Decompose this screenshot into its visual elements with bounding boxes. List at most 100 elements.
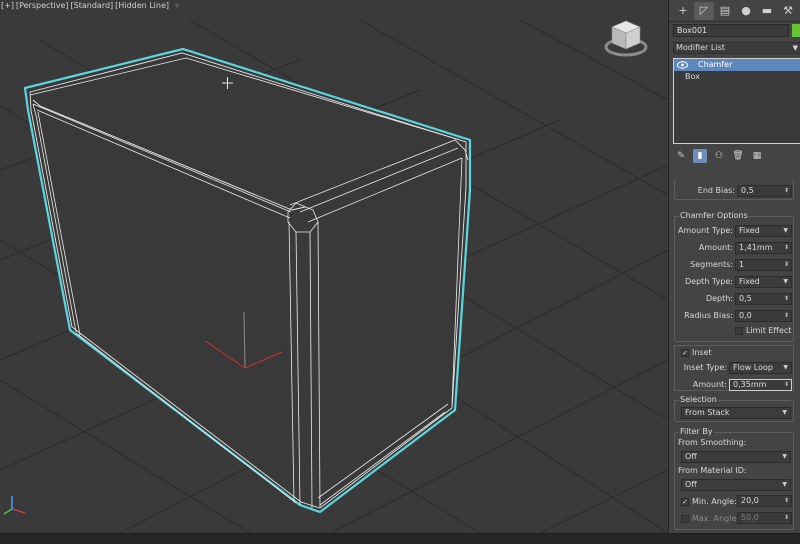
viewport-shading-standard-menu[interactable]: [Standard]: [71, 1, 114, 10]
radius-bias-row: Radius Bias: 0,0 ⬍: [675, 309, 795, 322]
make-unique-icon[interactable]: ⚇: [712, 149, 726, 163]
depth-type-label: Depth Type:: [685, 277, 733, 286]
inset-type-dropdown[interactable]: Flow Loop ▼: [729, 361, 792, 374]
segments-value: 1: [739, 259, 745, 269]
depth-value: 0,5: [739, 293, 752, 303]
perspective-viewport[interactable]: [+] [Perspective] [Standard] [Hidden Line] ▿: [0, 0, 668, 533]
spinner-arrows-icon[interactable]: ⬍: [784, 513, 789, 523]
world-axis-tripod-icon: [3, 496, 26, 515]
modifier-list-label: Modifier List: [676, 43, 725, 52]
min-angle-spinner[interactable]: 20,0 ⬍: [737, 495, 792, 507]
inset-amount-label: Amount:: [692, 380, 727, 389]
limit-effect-checkbox[interactable]: [735, 327, 743, 335]
max-angle-spinner[interactable]: 50,0 ⬍: [737, 512, 792, 524]
spinner-arrows-icon[interactable]: ⬍: [784, 294, 789, 304]
from-smoothing-dropdown[interactable]: Off ▼: [681, 451, 791, 463]
radius-bias-spinner[interactable]: 0,0 ⬍: [735, 309, 792, 322]
end-bias-value: 0,5: [741, 185, 754, 195]
from-material-id-dropdown[interactable]: Off ▼: [681, 479, 791, 491]
from-material-id-label: From Material ID:: [678, 466, 747, 475]
chevron-down-icon: ▼: [783, 363, 788, 371]
modifier-stack[interactable]: Chamfer Box: [673, 58, 800, 144]
amount-row: Amount: 1,41mm ⬍: [675, 241, 795, 254]
filter-by-group: Filter By From Smoothing: Off ▼ From Mate…: [674, 427, 794, 530]
chamfer-options-title: Chamfer Options: [679, 211, 749, 220]
from-smoothing-value: Off: [685, 452, 697, 461]
chevron-down-icon: ▼: [792, 44, 798, 52]
filter-funnel-icon[interactable]: ▿: [175, 1, 179, 10]
viewport-plus-menu[interactable]: [+]: [1, 1, 14, 10]
viewport-label-menu[interactable]: [+] [Perspective] [Standard] [Hidden Line] ▿: [1, 1, 181, 10]
object-color-swatch[interactable]: [792, 24, 800, 37]
inset-amount-row: Amount: 0,35mm ⬍: [675, 378, 795, 391]
chevron-down-icon: ▼: [783, 226, 788, 234]
inset-amount-value: 0,35mm: [733, 379, 767, 389]
max-angle-checkbox[interactable]: [681, 515, 689, 523]
modify-tab-icon[interactable]: ◸: [694, 1, 714, 20]
depth-type-row: Depth Type: Fixed ▼: [675, 275, 795, 288]
command-panel-tabs: + ◸ ▤ ● ▬ ⚒: [669, 0, 800, 22]
stack-item-label: Box: [685, 72, 700, 81]
object-name-row: [673, 24, 800, 38]
spinner-arrows-icon[interactable]: ⬍: [784, 243, 789, 253]
eye-visibility-icon[interactable]: [677, 60, 688, 70]
selection-dropdown[interactable]: From Stack ▼: [681, 407, 791, 419]
min-angle-checkbox[interactable]: ✓: [681, 498, 689, 506]
box001-mesh[interactable]: [23, 47, 472, 514]
stack-item-label: Chamfer: [698, 60, 733, 69]
depth-row: Depth: 0,5 ⬍: [675, 292, 795, 305]
inset-type-label: Inset Type:: [683, 363, 727, 372]
remove-modifier-trash-icon[interactable]: 🗑: [731, 149, 745, 163]
radius-bias-label: Radius Bias:: [684, 311, 733, 320]
inset-amount-spinner[interactable]: 0,35mm ⬍: [729, 378, 792, 391]
amount-value: 1,41mm: [739, 242, 773, 252]
viewport-pov-menu[interactable]: [Perspective]: [16, 1, 69, 10]
stack-item-box[interactable]: Box: [674, 71, 800, 83]
depth-label: Depth:: [705, 294, 733, 303]
end-bias-row: End Bias: 0,5 ⬍: [675, 184, 795, 197]
segments-spinner[interactable]: 1 ⬍: [735, 258, 792, 271]
modifier-list-dropdown[interactable]: Modifier List ▼: [673, 42, 800, 54]
selection-group: Selection From Stack ▼: [674, 395, 794, 422]
inset-type-value: Flow Loop: [733, 362, 773, 372]
utilities-tab-wrench-icon[interactable]: ⚒: [778, 2, 798, 20]
spinner-arrows-icon[interactable]: ⬍: [784, 186, 789, 196]
inset-checkbox[interactable]: ✓: [681, 349, 689, 357]
amount-label: Amount:: [698, 243, 733, 252]
filter-by-title: Filter By: [679, 427, 714, 436]
spinner-arrows-icon[interactable]: ⬍: [784, 380, 789, 390]
hierarchy-tab-icon[interactable]: ▤: [715, 2, 735, 20]
stack-item-chamfer[interactable]: Chamfer: [674, 59, 800, 71]
configure-modifier-sets-icon[interactable]: ▦: [750, 149, 764, 163]
inset-label: Inset: [692, 348, 712, 357]
segments-row: Segments: 1 ⬍: [675, 258, 795, 271]
pin-stack-icon[interactable]: ✎: [674, 149, 688, 163]
chamfer-options-group: Chamfer Options Amount Type: Fixed ▼ Amou…: [674, 211, 795, 342]
stack-toolbar: ✎ ▮ ⚇ 🗑 ▦: [672, 148, 800, 164]
amount-type-label: Amount Type:: [677, 226, 733, 235]
amount-spinner[interactable]: 1,41mm ⬍: [735, 241, 792, 254]
end-bias-label: End Bias:: [697, 186, 735, 195]
viewport-shading-mode-menu[interactable]: [Hidden Line]: [115, 1, 169, 10]
end-bias-spinner[interactable]: 0,5 ⬍: [737, 184, 792, 197]
show-end-result-icon[interactable]: ▮: [693, 149, 707, 163]
depth-type-dropdown[interactable]: Fixed ▼: [735, 275, 792, 288]
create-tab-plus-icon[interactable]: +: [673, 2, 693, 20]
viewcube[interactable]: [604, 17, 648, 59]
display-tab-icon[interactable]: ▬: [757, 2, 777, 20]
spinner-arrows-icon[interactable]: ⬍: [784, 260, 789, 270]
spinner-arrows-icon[interactable]: ⬍: [784, 496, 789, 506]
viewport-scene: [0, 19, 668, 533]
object-name-field[interactable]: [673, 24, 789, 37]
limit-effect-label: Limit Effect: [746, 326, 792, 335]
depth-spinner[interactable]: 0,5 ⬍: [735, 292, 792, 305]
min-angle-label: Min. Angle:: [692, 497, 737, 506]
chevron-down-icon: ▼: [782, 409, 787, 416]
inset-type-row: Inset Type: Flow Loop ▼: [675, 361, 795, 374]
spinner-arrows-icon[interactable]: ⬍: [784, 311, 789, 321]
chevron-down-icon: ▼: [782, 481, 787, 488]
amount-type-dropdown[interactable]: Fixed ▼: [735, 224, 792, 237]
max-angle-label: Max. Angle:: [692, 514, 740, 523]
motion-tab-icon[interactable]: ●: [736, 2, 756, 20]
min-angle-value: 20,0: [741, 496, 759, 505]
